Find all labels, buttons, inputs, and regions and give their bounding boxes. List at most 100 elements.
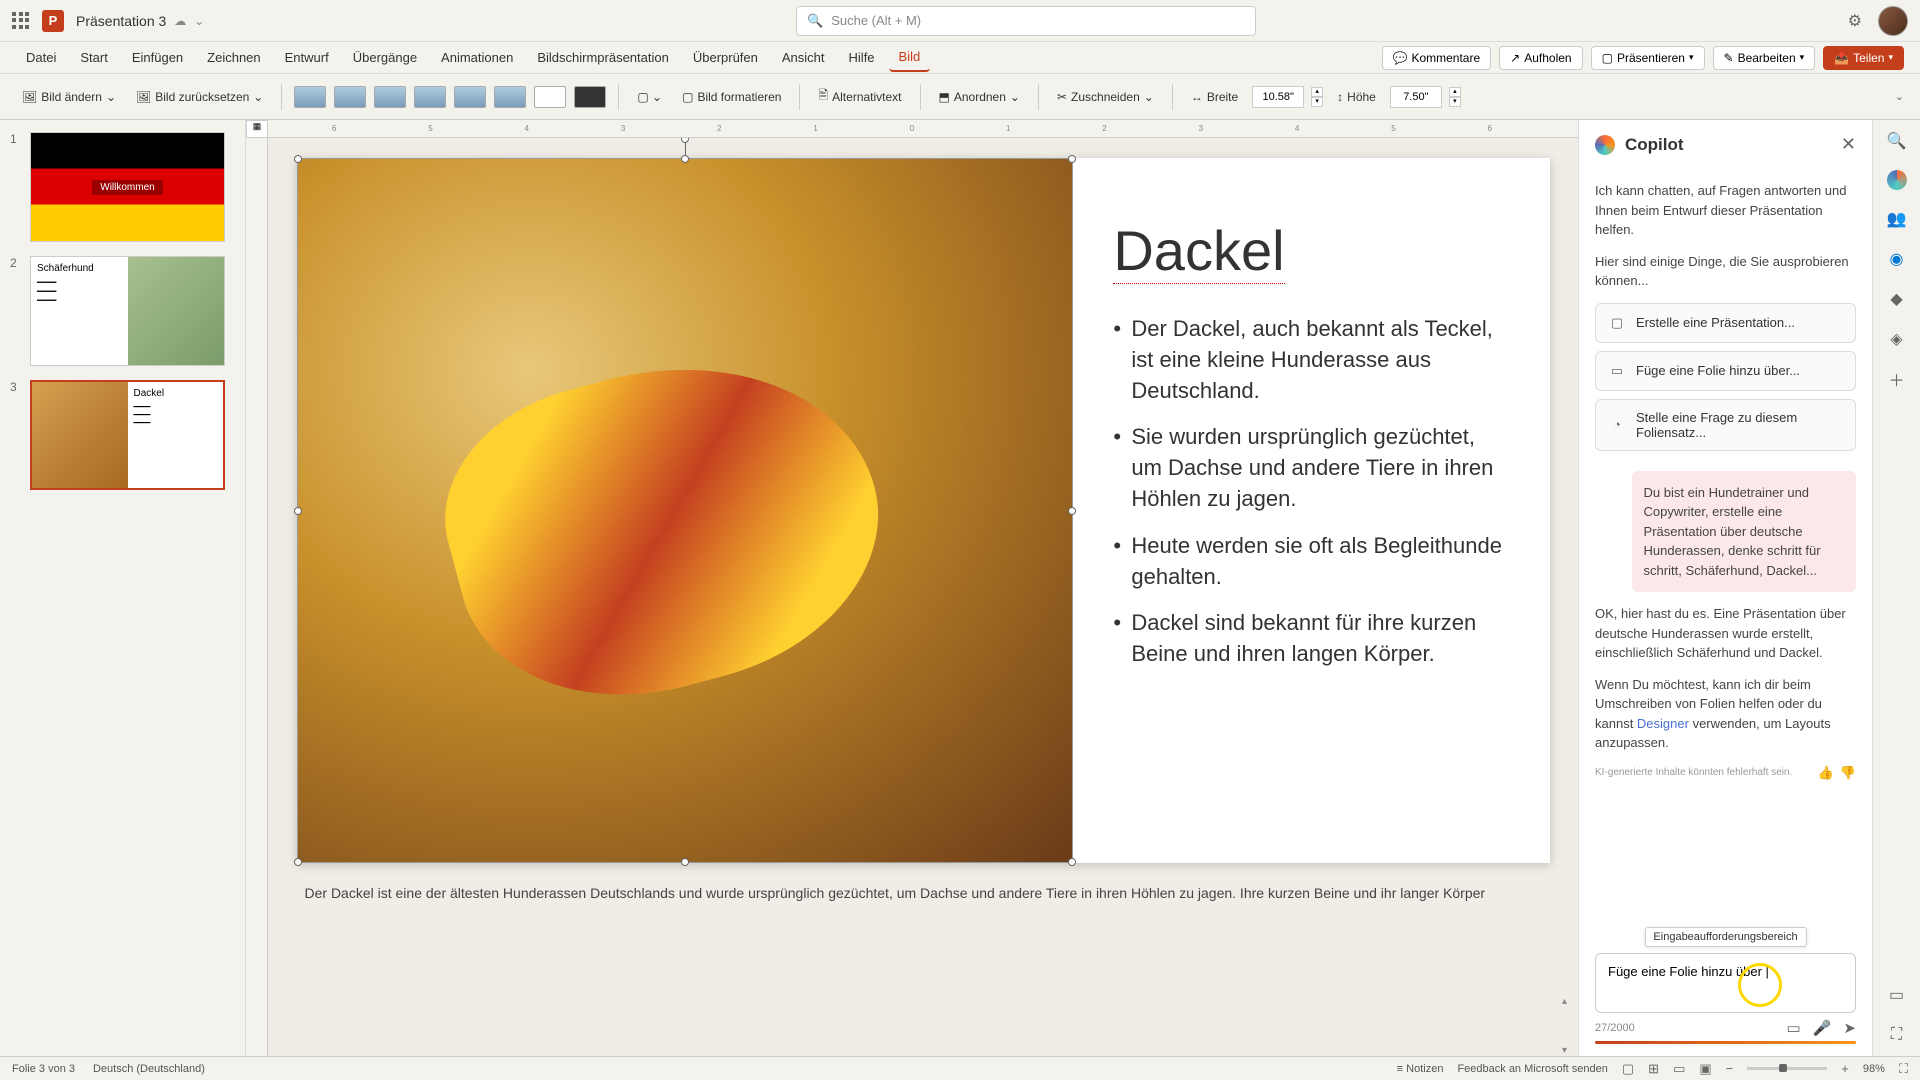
- width-input[interactable]: [1252, 86, 1304, 108]
- alt-text-button[interactable]: 🖹 Alternativtext: [812, 82, 907, 111]
- app-rail-icon-2[interactable]: ◈: [1886, 328, 1908, 350]
- edit-button[interactable]: ✎ Bearbeiten ▾: [1713, 46, 1816, 70]
- speaker-notes[interactable]: Der Dackel ist eine der ältesten Hundera…: [297, 875, 1550, 912]
- settings-icon[interactable]: ⚙: [1848, 11, 1862, 31]
- style-preset-4[interactable]: [414, 86, 446, 108]
- tab-hilfe[interactable]: Hilfe: [839, 44, 885, 71]
- comments-button[interactable]: 💬 Kommentare: [1382, 46, 1492, 70]
- user-avatar[interactable]: [1878, 6, 1908, 36]
- style-preset-2[interactable]: [334, 86, 366, 108]
- arrange-button[interactable]: ⬒ Anordnen ⌄: [933, 86, 1026, 108]
- add-rail-icon[interactable]: ＋: [1886, 368, 1908, 390]
- suggestion-add-slide[interactable]: ▭Füge eine Folie hinzu über...: [1595, 351, 1856, 391]
- border-button[interactable]: ▢ ⌄: [631, 86, 668, 108]
- zoom-level[interactable]: 98%: [1863, 1063, 1885, 1075]
- collapse-rail-icon[interactable]: ▭: [1886, 984, 1908, 1006]
- style-preset-6[interactable]: [494, 86, 526, 108]
- expand-rail-icon[interactable]: ⛶: [1886, 1024, 1908, 1046]
- ribbon-expand-icon[interactable]: ⌄: [1895, 90, 1904, 103]
- resize-handle[interactable]: [294, 507, 302, 515]
- slide-image-selected[interactable]: [297, 158, 1074, 863]
- resize-handle[interactable]: [294, 858, 302, 866]
- height-input[interactable]: [1390, 86, 1442, 108]
- tab-bild[interactable]: Bild: [889, 43, 931, 72]
- people-rail-icon[interactable]: 👥: [1886, 208, 1908, 230]
- microphone-icon[interactable]: 🎤: [1813, 1019, 1832, 1037]
- notes-scrollbar[interactable]: ▴▾: [1562, 996, 1576, 1056]
- resize-handle[interactable]: [1068, 858, 1076, 866]
- format-image-button[interactable]: ▢ Bild formatieren: [676, 86, 787, 108]
- slide-counter[interactable]: Folie 3 von 3: [12, 1063, 75, 1075]
- rotate-handle[interactable]: [681, 138, 689, 143]
- resize-handle[interactable]: [294, 155, 302, 163]
- normal-view-icon[interactable]: ▢: [1622, 1061, 1634, 1077]
- slide-text-area[interactable]: Dackel Der Dackel, auch bekannt als Teck…: [1073, 158, 1549, 863]
- reading-view-icon[interactable]: ▭: [1673, 1061, 1685, 1077]
- present-button[interactable]: ▢ Präsentieren ▾: [1591, 46, 1705, 70]
- copilot-try-line: Hier sind einige Dinge, die Sie ausprobi…: [1595, 252, 1856, 291]
- prompt-guide-icon[interactable]: ▭: [1787, 1019, 1801, 1037]
- crop-button[interactable]: ✂ Zuschneiden ⌄: [1051, 86, 1160, 108]
- suggestion-ask-question[interactable]: ◔Stelle eine Frage zu diesem Foliensatz.…: [1595, 399, 1856, 451]
- app-launcher-icon[interactable]: [12, 12, 30, 30]
- resize-handle[interactable]: [1068, 507, 1076, 515]
- zoom-out-icon[interactable]: −: [1726, 1061, 1734, 1076]
- fit-window-icon[interactable]: ⛶: [1899, 1061, 1908, 1077]
- document-name[interactable]: Präsentation 3: [76, 13, 166, 29]
- slideshow-view-icon[interactable]: ▣: [1699, 1061, 1711, 1077]
- sorter-view-icon[interactable]: ⊞: [1648, 1061, 1659, 1077]
- chevron-down-icon[interactable]: ⌄: [194, 14, 204, 28]
- change-image-button[interactable]: 🖼 Bild ändern ⌄: [16, 86, 122, 108]
- tab-entwurf[interactable]: Entwurf: [275, 44, 339, 71]
- ruler-toggle[interactable]: ▦: [246, 120, 268, 138]
- bullet-item[interactable]: Sie wurden ursprünglich gezüchtet, um Da…: [1113, 422, 1509, 514]
- tab-zeichnen[interactable]: Zeichnen: [197, 44, 270, 71]
- resize-handle[interactable]: [681, 155, 689, 163]
- feedback-link[interactable]: Feedback an Microsoft senden: [1457, 1063, 1607, 1075]
- tab-einfuegen[interactable]: Einfügen: [122, 44, 193, 71]
- designer-link[interactable]: Designer: [1637, 716, 1689, 731]
- app-rail-icon[interactable]: ◆: [1886, 288, 1908, 310]
- style-preset-5[interactable]: [454, 86, 486, 108]
- search-input[interactable]: 🔍 Suche (Alt + M): [796, 6, 1256, 36]
- copilot-panel: Copilot ✕ Ich kann chatten, auf Fragen a…: [1578, 120, 1872, 1056]
- style-preset-1[interactable]: [294, 86, 326, 108]
- tab-start[interactable]: Start: [70, 44, 117, 71]
- notes-toggle[interactable]: ≡ Notizen: [1397, 1063, 1444, 1075]
- suggestion-create-presentation[interactable]: ▢Erstelle eine Präsentation...: [1595, 303, 1856, 343]
- bullet-item[interactable]: Heute werden sie oft als Begleithunde ge…: [1113, 531, 1509, 593]
- language-indicator[interactable]: Deutsch (Deutschland): [93, 1063, 205, 1075]
- resize-handle[interactable]: [681, 858, 689, 866]
- bullet-item[interactable]: Der Dackel, auch bekannt als Teckel, ist…: [1113, 314, 1509, 406]
- style-preset-3[interactable]: [374, 86, 406, 108]
- share-button[interactable]: 📤 Teilen ▾: [1823, 46, 1904, 70]
- reset-image-button[interactable]: 🖼 Bild zurücksetzen ⌄: [130, 86, 269, 108]
- tab-ansicht[interactable]: Ansicht: [772, 44, 835, 71]
- slide-canvas[interactable]: Dackel Der Dackel, auch bekannt als Teck…: [297, 158, 1550, 863]
- tab-bildschirm[interactable]: Bildschirmpräsentation: [527, 44, 679, 71]
- zoom-slider[interactable]: [1747, 1067, 1827, 1070]
- style-preset-7[interactable]: [534, 86, 566, 108]
- tab-ueberpruefen[interactable]: Überprüfen: [683, 44, 768, 71]
- thumbs-down-icon[interactable]: 👎: [1840, 765, 1856, 781]
- tab-uebergaenge[interactable]: Übergänge: [343, 44, 427, 71]
- bullet-item[interactable]: Dackel sind bekannt für ihre kurzen Bein…: [1113, 608, 1509, 670]
- catchup-button[interactable]: ↗ Aufholen: [1499, 46, 1582, 70]
- height-spinner[interactable]: ▴▾: [1449, 87, 1461, 107]
- width-spinner[interactable]: ▴▾: [1311, 87, 1323, 107]
- zoom-in-icon[interactable]: +: [1841, 1061, 1849, 1076]
- style-preset-8[interactable]: [574, 86, 606, 108]
- copilot-prompt-input[interactable]: [1595, 953, 1856, 1013]
- thumbs-up-icon[interactable]: 👍: [1818, 765, 1834, 781]
- close-icon[interactable]: ✕: [1841, 134, 1856, 155]
- slide-title[interactable]: Dackel: [1113, 218, 1284, 284]
- edge-rail-icon[interactable]: ◉: [1886, 248, 1908, 270]
- slide-thumb-3[interactable]: 3 Dackel━━━━━━━━━━━━: [10, 380, 235, 490]
- slide-thumb-2[interactable]: 2 Schäferhund━━━━━━━━━━━━: [10, 256, 235, 366]
- send-icon[interactable]: ➤: [1843, 1019, 1856, 1037]
- search-rail-icon[interactable]: 🔍: [1886, 130, 1908, 152]
- tab-datei[interactable]: Datei: [16, 44, 66, 71]
- copilot-rail-icon[interactable]: [1887, 170, 1907, 190]
- slide-thumb-1[interactable]: 1 Willkommen: [10, 132, 235, 242]
- tab-animationen[interactable]: Animationen: [431, 44, 523, 71]
